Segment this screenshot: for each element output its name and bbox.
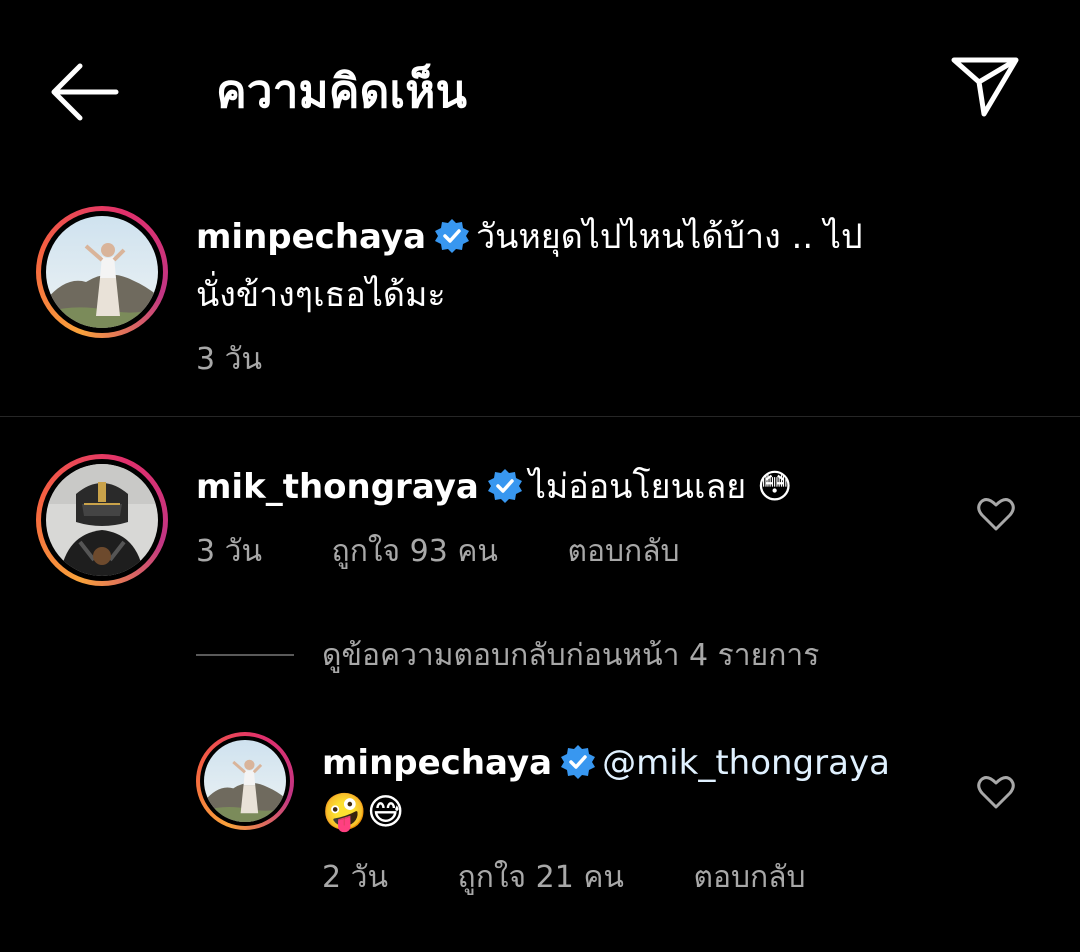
comment-username[interactable]: mik_thongraya	[196, 467, 479, 507]
divider	[0, 416, 1080, 417]
reply-username[interactable]: minpechaya	[322, 743, 552, 783]
reply-line-1: minpechaya @mik_thongraya	[322, 736, 890, 790]
heart-outline-icon[interactable]	[976, 496, 1016, 532]
back-arrow-icon[interactable]	[44, 58, 124, 126]
comment-reply-button[interactable]: ตอบกลับ	[567, 532, 679, 572]
caption-time: 3 วัน	[196, 342, 262, 377]
heart-outline-icon[interactable]	[976, 774, 1016, 810]
caption-line-1: minpechaya วันหยุดไปไหนได้บ้าง .. ไป	[196, 210, 863, 264]
caption-text: วันหยุดไปไหนได้บ้าง .. ไป	[476, 217, 863, 257]
reply-mention-link[interactable]: @mik_thongraya	[602, 743, 890, 783]
comment-likes[interactable]: ถูกใจ 93 คน	[332, 532, 498, 572]
avatar[interactable]	[36, 206, 168, 338]
avatar[interactable]	[36, 454, 168, 586]
comment-line: mik_thongraya ไม่อ่อนโยนเลย 😳	[196, 460, 792, 514]
reply-reply-button[interactable]: ตอบกลับ	[693, 858, 805, 898]
comment-meta: 3 วัน ถูกใจ 93 คน ตอบกลับ	[196, 532, 680, 572]
verified-badge-icon	[487, 466, 523, 503]
comment-time: 3 วัน	[196, 534, 262, 569]
reply-likes[interactable]: ถูกใจ 21 คน	[458, 858, 624, 898]
avatar-photo	[46, 464, 158, 576]
comment-text: ไม่อ่อนโยนเลย 😳	[528, 467, 793, 507]
caption-line-2: นั่งข้างๆเธอได้มะ	[196, 275, 446, 315]
avatar-photo	[46, 216, 158, 328]
page-title: ความคิดเห็น	[216, 64, 467, 118]
avatar-photo	[204, 740, 286, 822]
reply-emojis: 🤪😅	[322, 792, 405, 833]
reply-time: 2 วัน	[322, 860, 388, 895]
view-replies-link[interactable]: ดูข้อความตอบกลับก่อนหน้า 4 รายการ	[322, 636, 819, 676]
verified-badge-icon	[560, 742, 596, 779]
avatar[interactable]	[196, 732, 294, 830]
caption-username[interactable]: minpechaya	[196, 217, 426, 257]
paper-plane-icon[interactable]	[946, 52, 1024, 122]
reply-meta: 2 วัน ถูกใจ 21 คน ตอบกลับ	[322, 858, 806, 898]
replies-line-divider	[196, 654, 294, 656]
verified-badge-icon	[434, 216, 470, 253]
